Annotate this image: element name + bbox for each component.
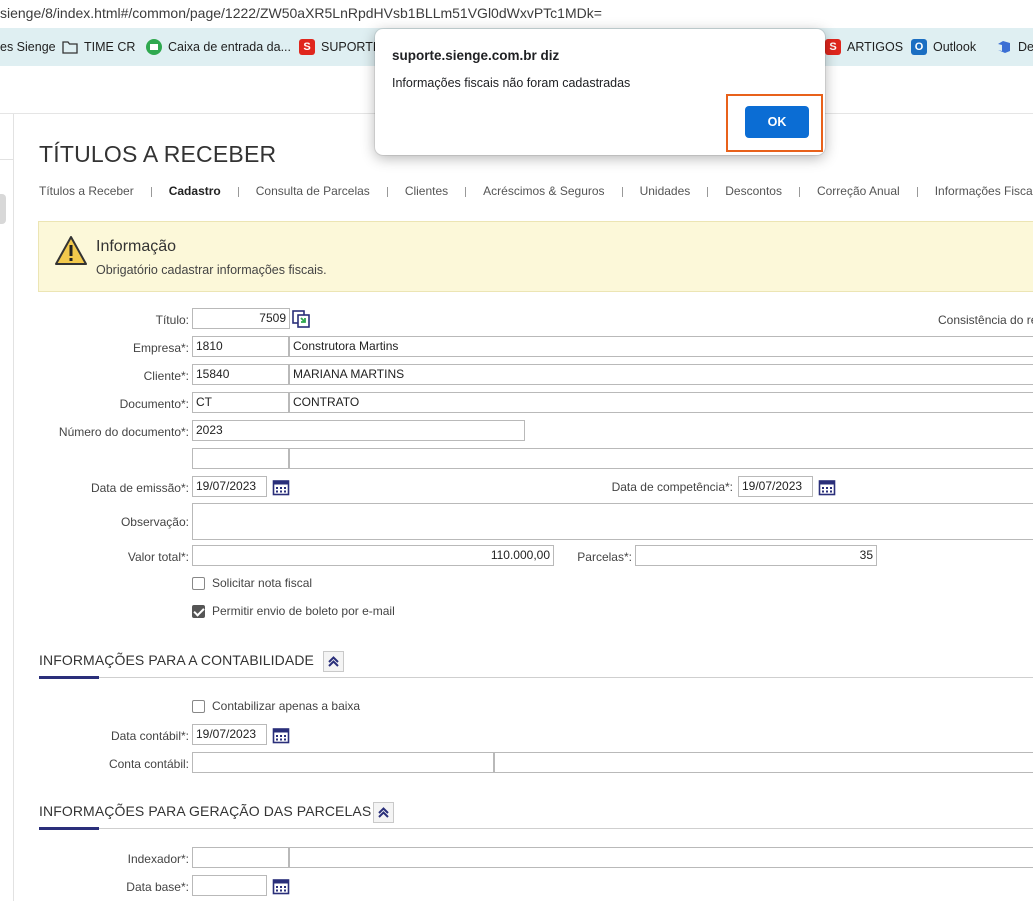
section-geracao-parcelas: INFORMAÇÕES PARA GERAÇÃO DAS PARCELAS bbox=[39, 801, 1033, 830]
conta-contabil-label: Conta contábil: bbox=[108, 757, 189, 771]
valor-total-input[interactable]: 110.000,00 bbox=[192, 545, 554, 566]
subnav-tabs: Títulos a Receber Cadastro Consulta de P… bbox=[39, 184, 1033, 200]
indexador-label: Indexador*: bbox=[127, 852, 189, 866]
bookmark-sienge[interactable]: es Sienge bbox=[0, 28, 56, 66]
collapse-contabilidade-button[interactable] bbox=[323, 651, 344, 672]
collapse-parcelas-button[interactable] bbox=[373, 802, 394, 823]
indexador-code-input[interactable] bbox=[192, 847, 289, 868]
data-competencia-input[interactable]: 19/07/2023 bbox=[738, 476, 813, 497]
conta-contabil-code-input[interactable] bbox=[192, 752, 494, 773]
calendar-icon[interactable] bbox=[272, 726, 290, 744]
indexador-name-input[interactable] bbox=[289, 847, 1033, 868]
bookmark-time-cr[interactable]: TIME CR bbox=[62, 28, 135, 66]
side-menu-handle[interactable] bbox=[0, 194, 6, 224]
tab-correcao-anual[interactable]: Correção Anual bbox=[817, 184, 900, 200]
cliente-code-input[interactable]: 15840 bbox=[192, 364, 289, 385]
documento-label: Documento*: bbox=[119, 397, 189, 411]
data-base-input[interactable] bbox=[192, 875, 267, 896]
dialog-message: Informações fiscais não foram cadastrada… bbox=[392, 76, 631, 90]
side-menu-toggle[interactable] bbox=[0, 114, 14, 160]
permitir-boleto-label: Permitir envio de boleto por e-mail bbox=[212, 604, 395, 618]
titulo-input[interactable]: 7509 bbox=[192, 308, 290, 329]
data-competencia-label: Data de competência*: bbox=[611, 480, 733, 494]
bookmark-caixa-entrada[interactable]: Caixa de entrada da... bbox=[146, 28, 291, 66]
empresa-code-input[interactable]: 1810 bbox=[192, 336, 289, 357]
extra-name-input[interactable] bbox=[289, 448, 1033, 469]
bookmark-artigos[interactable]: S ARTIGOS bbox=[825, 28, 903, 66]
s-logo-icon: S bbox=[299, 39, 315, 55]
ok-button[interactable]: OK bbox=[745, 106, 809, 138]
empresa-name-input[interactable]: Construtora Martins bbox=[289, 336, 1033, 357]
numero-documento-label: Número do documento*: bbox=[58, 425, 189, 439]
contabilizar-baixa-label: Contabilizar apenas a baixa bbox=[212, 699, 361, 713]
section-contabilidade-title: INFORMAÇÕES PARA A CONTABILIDADE bbox=[39, 652, 314, 668]
data-base-label: Data base*: bbox=[126, 880, 189, 894]
solicitar-nota-fiscal-label: Solicitar nota fiscal bbox=[212, 576, 313, 590]
tab-consulta-parcelas[interactable]: Consulta de Parcelas bbox=[256, 184, 370, 200]
dialog-title: suporte.sienge.com.br diz bbox=[392, 48, 560, 63]
url-text: sienge/8/index.html#/common/page/1222/ZW… bbox=[0, 5, 602, 21]
info-alert: Informação Obrigatório cadastrar informa… bbox=[38, 221, 1033, 292]
titulo-label: Título: bbox=[155, 313, 189, 327]
bookmark-devops[interactable]: De bbox=[996, 28, 1033, 66]
s-logo-icon: S bbox=[825, 39, 841, 55]
folder-icon bbox=[62, 39, 78, 55]
empresa-label: Empresa*: bbox=[132, 341, 189, 355]
tab-unidades[interactable]: Unidades bbox=[640, 184, 691, 200]
info-title: Informação bbox=[96, 238, 177, 255]
data-contabil-label: Data contábil*: bbox=[110, 729, 189, 743]
tab-titulos-a-receber[interactable]: Títulos a Receber bbox=[39, 184, 134, 200]
solicitar-nota-fiscal-checkbox[interactable] bbox=[192, 577, 205, 590]
tab-clientes[interactable]: Clientes bbox=[405, 184, 448, 200]
calendar-icon[interactable] bbox=[272, 877, 290, 895]
conta-contabil-name-input[interactable] bbox=[494, 752, 1033, 773]
documento-name-input[interactable]: CONTRATO bbox=[289, 392, 1033, 413]
double-chevron-up-icon bbox=[378, 807, 389, 818]
warning-icon bbox=[55, 236, 87, 265]
tab-descontos[interactable]: Descontos bbox=[725, 184, 782, 200]
data-emissao-label: Data de emissão*: bbox=[90, 481, 189, 495]
copy-icon[interactable] bbox=[292, 310, 310, 328]
consistencia-label: Consistência do re bbox=[938, 313, 1033, 327]
bookmark-suporte[interactable]: S SUPORTE bbox=[299, 28, 381, 66]
page-title: TÍTULOS A RECEBER bbox=[39, 141, 277, 167]
bookmark-outlook[interactable]: O Outlook bbox=[911, 28, 976, 66]
mail-icon bbox=[146, 39, 162, 55]
observacao-textarea[interactable] bbox=[192, 503, 1033, 540]
extra-code-input[interactable] bbox=[192, 448, 289, 469]
valor-total-label: Valor total*: bbox=[127, 550, 189, 564]
section-parcelas-title: INFORMAÇÕES PARA GERAÇÃO DAS PARCELAS bbox=[39, 803, 372, 819]
outlook-icon: O bbox=[911, 39, 927, 55]
calendar-icon[interactable] bbox=[272, 478, 290, 496]
documento-code-input[interactable]: CT bbox=[192, 392, 289, 413]
alert-dialog: suporte.sienge.com.br diz Informações fi… bbox=[375, 29, 825, 155]
section-contabilidade: INFORMAÇÕES PARA A CONTABILIDADE bbox=[39, 650, 1033, 679]
azure-devops-icon bbox=[996, 39, 1012, 55]
data-contabil-input[interactable]: 19/07/2023 bbox=[192, 724, 267, 745]
ok-button-highlight: OK bbox=[726, 94, 823, 152]
cliente-name-input[interactable]: MARIANA MARTINS bbox=[289, 364, 1033, 385]
contabilizar-baixa-checkbox[interactable] bbox=[192, 700, 205, 713]
tab-acrescimos-seguros[interactable]: Acréscimos & Seguros bbox=[483, 184, 604, 200]
address-bar[interactable]: sienge/8/index.html#/common/page/1222/ZW… bbox=[0, 0, 1033, 28]
double-chevron-up-icon bbox=[328, 656, 339, 667]
tab-informacoes-fiscais[interactable]: Informações Fiscais bbox=[935, 184, 1033, 200]
info-message: Obrigatório cadastrar informações fiscai… bbox=[96, 263, 327, 277]
cliente-label: Cliente*: bbox=[143, 369, 189, 383]
calendar-icon[interactable] bbox=[818, 478, 836, 496]
numero-documento-input[interactable]: 2023 bbox=[192, 420, 525, 441]
observacao-label: Observação: bbox=[120, 515, 189, 529]
data-emissao-input[interactable]: 19/07/2023 bbox=[192, 476, 267, 497]
side-menu-strip bbox=[0, 114, 14, 901]
tab-cadastro[interactable]: Cadastro bbox=[169, 184, 221, 200]
parcelas-input[interactable]: 35 bbox=[635, 545, 877, 566]
parcelas-label: Parcelas*: bbox=[577, 550, 632, 564]
permitir-boleto-checkbox[interactable] bbox=[192, 605, 205, 618]
